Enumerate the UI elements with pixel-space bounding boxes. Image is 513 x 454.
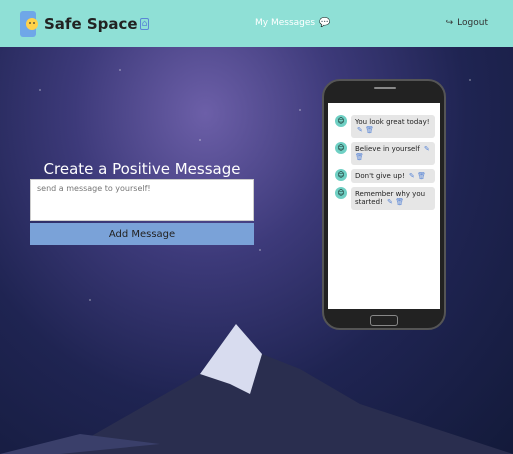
mountain-image xyxy=(0,324,513,454)
message-bubble: You look great today! ✎ 🗑 xyxy=(351,115,435,138)
delete-icon[interactable]: 🗑 xyxy=(365,126,374,134)
brand[interactable]: Safe Space ⌂ xyxy=(18,10,150,38)
message-item: ☺ Remember why you started! ✎ 🗑 xyxy=(335,186,439,210)
smiley-avatar-icon: ☺ xyxy=(335,168,347,181)
message-item: ☺ Believe in yourself ✎ 🗑 xyxy=(335,141,439,165)
message-input[interactable] xyxy=(30,179,254,221)
message-bubble: Remember why you started! ✎ 🗑 xyxy=(351,186,435,210)
logout-link[interactable]: ↪ Logout xyxy=(446,18,488,28)
create-message-form: Create a Positive Message Add Message xyxy=(30,160,254,245)
edit-icon[interactable]: ✎ xyxy=(387,198,393,206)
delete-icon[interactable]: 🗑 xyxy=(395,198,404,206)
lock-icon: ⌂ xyxy=(139,17,150,30)
phone-frame: ☺ You look great today! ✎ 🗑 ☺ Believe in… xyxy=(322,79,446,330)
navbar: Safe Space ⌂ My Messages 💬 ↪ Logout xyxy=(0,0,513,47)
message-list: ☺ You look great today! ✎ 🗑 ☺ Believe in… xyxy=(335,115,439,214)
home-button[interactable] xyxy=(370,315,398,326)
message-text: Believe in yourself xyxy=(355,144,420,153)
add-message-button[interactable]: Add Message xyxy=(30,223,254,245)
phone-smile-logo-icon xyxy=(20,10,38,37)
message-bubble: Don't give up! ✎ 🗑 xyxy=(351,168,435,183)
smiley-avatar-icon: ☺ xyxy=(335,115,347,127)
phone-screen: ☺ You look great today! ✎ 🗑 ☺ Believe in… xyxy=(328,103,440,309)
brand-name: Safe Space xyxy=(44,14,138,33)
delete-icon[interactable]: 🗑 xyxy=(355,153,364,161)
message-text: Don't give up! xyxy=(355,171,405,180)
edit-icon[interactable]: ✎ xyxy=(409,172,415,180)
smiley-avatar-icon: ☺ xyxy=(335,186,347,199)
message-item: ☺ Don't give up! ✎ 🗑 xyxy=(335,168,439,183)
edit-icon[interactable]: ✎ xyxy=(357,126,363,134)
my-messages-link[interactable]: My Messages 💬 xyxy=(255,18,330,28)
form-title: Create a Positive Message xyxy=(43,160,241,178)
logout-icon: ↪ xyxy=(445,18,454,28)
phone-speaker xyxy=(374,87,396,89)
smiley-avatar-icon: ☺ xyxy=(335,141,347,154)
delete-icon[interactable]: 🗑 xyxy=(417,172,426,180)
logout-label: Logout xyxy=(457,18,488,28)
edit-icon[interactable]: ✎ xyxy=(424,145,430,153)
speech-bubble-icon: 💬 xyxy=(319,18,331,28)
message-bubble: Believe in yourself ✎ 🗑 xyxy=(351,141,435,165)
message-item: ☺ You look great today! ✎ 🗑 xyxy=(335,115,439,138)
message-text: You look great today! xyxy=(355,118,430,126)
my-messages-label: My Messages xyxy=(255,18,316,28)
